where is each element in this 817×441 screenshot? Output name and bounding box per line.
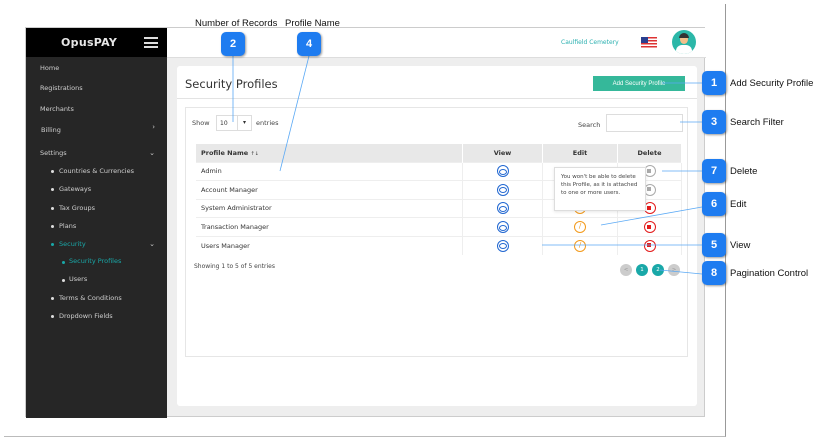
callout-label-7: Delete xyxy=(730,166,758,177)
callout-label-4: Profile Name xyxy=(285,18,340,29)
callout-badge-4: 4 xyxy=(297,32,321,56)
callout-label-3: Search Filter xyxy=(730,117,784,128)
callout-label-6: Edit xyxy=(730,199,747,210)
callout-badge-2: 2 xyxy=(221,32,245,56)
callout-label-8: Pagination Control xyxy=(730,268,809,279)
callout-badge-8: 8 xyxy=(702,261,726,285)
callout-label-5: View xyxy=(730,240,751,251)
callout-badge-1: 1 xyxy=(702,71,726,95)
callout-badge-3: 3 xyxy=(702,110,726,134)
callout-badge-7: 7 xyxy=(702,159,726,183)
callout-badge-6: 6 xyxy=(702,192,726,216)
callout-label-1: Add Security Profile xyxy=(730,78,814,89)
callout-lines xyxy=(232,55,703,275)
callout-badge-5: 5 xyxy=(702,233,726,257)
callout-label-2: Number of Records xyxy=(195,18,278,29)
